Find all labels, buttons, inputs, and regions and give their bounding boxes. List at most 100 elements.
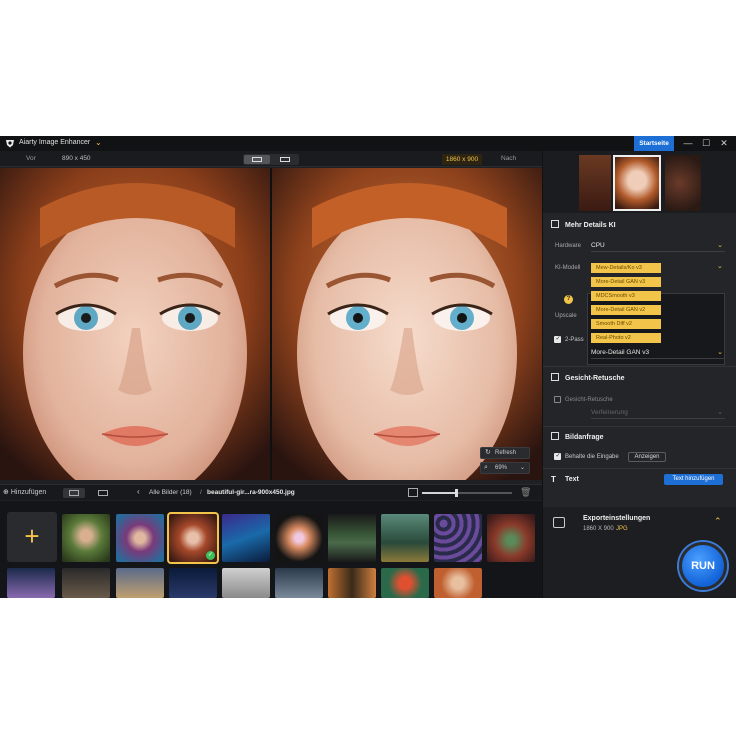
gallery-thumbnail[interactable] — [7, 568, 55, 598]
gallery-thumbnail[interactable] — [434, 514, 482, 562]
model-option[interactable]: Smooth Diff v2 — [591, 319, 661, 329]
list-view-button[interactable] — [92, 488, 114, 498]
model-option[interactable]: Mew-Details/Ko v3 — [591, 263, 661, 273]
slider-thumb[interactable] — [455, 489, 459, 497]
section-background: Bildanfrage — [551, 432, 604, 441]
refresh-button[interactable]: ↻ Refresh — [480, 447, 530, 459]
add-images-button[interactable]: ⊕ Hinzufügen — [3, 488, 46, 496]
model-option[interactable]: More-Detail GAN v3 — [591, 277, 661, 287]
minimize-button[interactable]: — — [680, 136, 696, 151]
two-pass-checkbox[interactable] — [554, 335, 561, 343]
section-more-details-title: Mehr Details KI — [565, 222, 616, 229]
gallery-thumbnail[interactable] — [62, 568, 110, 598]
face-retouch-select[interactable]: Verfeinerung ⌄ — [591, 408, 725, 419]
add-text-button[interactable]: Text hinzufügen — [664, 474, 723, 485]
gallery-toolbar: ⊕ Hinzufügen ‹ Alle Bilder (18) / beautif… — [0, 484, 542, 500]
gallery-thumbnail[interactable] — [116, 568, 164, 598]
app-title: Aiarty Image Enhancer — [19, 139, 91, 146]
model-option[interactable]: More-Detail GAN v2 — [591, 305, 661, 315]
hardware-select[interactable]: CPU ⌄ — [591, 241, 725, 252]
gallery-thumbnail[interactable] — [116, 514, 164, 562]
face-retouch-label: Gesicht-Retusche — [565, 397, 613, 403]
document-icon — [551, 432, 559, 440]
close-button[interactable]: ✕ — [716, 136, 732, 151]
keep-input-checkbox[interactable] — [554, 452, 561, 460]
list-icon — [98, 490, 108, 496]
grid-icon — [69, 490, 79, 496]
gallery-thumbnail[interactable] — [328, 514, 376, 562]
section-face-title: Gesicht-Retusche — [565, 375, 625, 382]
face-preview-thumbnail[interactable] — [665, 155, 701, 211]
gallery-thumbnail[interactable] — [275, 568, 323, 598]
two-pass-label: 2-Pass — [565, 337, 584, 343]
second-model-value: More-Detail GAN v3 — [591, 349, 650, 356]
current-file-name: beautiful-gir...ra-900x450.jpg — [207, 489, 295, 496]
add-image-tile[interactable]: + — [7, 512, 57, 562]
chevron-down-icon[interactable]: ⌄ — [717, 262, 723, 270]
checkmark-icon: ✓ — [206, 551, 215, 560]
startpage-button[interactable]: Startseite — [634, 136, 674, 151]
app-logo-icon — [6, 140, 14, 148]
zoom-select[interactable]: ⌕ 69% ⌄ — [480, 462, 530, 474]
enhance-icon — [551, 220, 559, 228]
preview-after-image[interactable] — [272, 168, 542, 480]
split-view-button[interactable] — [244, 155, 270, 164]
gallery-thumbnail[interactable] — [222, 568, 270, 598]
gallery-thumbnail[interactable] — [381, 514, 429, 562]
chevron-down-icon: ⌄ — [519, 465, 525, 471]
refresh-icon: ↻ — [485, 449, 491, 456]
chevron-down-icon: ⌄ — [717, 242, 723, 249]
view-mode-toggle — [243, 154, 299, 165]
divider — [543, 468, 736, 469]
text-icon: T — [551, 475, 556, 484]
app-window: Aiarty Image Enhancer ⌄ Startseite — ☐ ✕… — [0, 136, 736, 598]
model-option[interactable]: Real-Photo v2 — [591, 333, 661, 343]
model-option[interactable]: MDCSmooth v3 — [591, 291, 661, 301]
chevron-down-icon: ⌄ — [717, 349, 723, 356]
before-label: Vor — [26, 155, 36, 162]
grid-view-button[interactable] — [63, 488, 85, 498]
section-text-title: Text — [565, 476, 579, 483]
export-format: JPG — [616, 526, 628, 532]
add-images-label: Hinzufügen — [10, 489, 47, 496]
gallery-thumbnail[interactable] — [62, 514, 110, 562]
face-preview-thumbnail-selected[interactable] — [613, 155, 661, 211]
face-retouch-checkbox[interactable] — [554, 396, 561, 403]
chevron-down-icon[interactable]: ⌄ — [95, 138, 102, 147]
chevron-up-icon[interactable]: ⌃ — [714, 516, 722, 527]
hardware-value: CPU — [591, 242, 605, 249]
thumbnail-size-icon — [408, 488, 418, 497]
preview-before-image[interactable] — [0, 168, 270, 480]
gallery-thumbnail[interactable] — [275, 514, 323, 562]
slider-fill — [422, 492, 457, 494]
second-model-select[interactable]: More-Detail GAN v3 ⌄ — [591, 348, 725, 359]
gallery-thumbnail[interactable] — [328, 568, 376, 598]
all-images-link[interactable]: Alle Bilder (18) — [149, 489, 192, 496]
gallery-thumbnail-selected[interactable]: ✓ — [167, 512, 219, 564]
show-button[interactable]: Anzeigen — [628, 452, 666, 462]
gallery-thumbnail[interactable] — [222, 514, 270, 562]
side-by-side-button[interactable] — [272, 155, 298, 164]
divider — [543, 366, 736, 367]
model-label: KI-Modell — [555, 265, 581, 271]
export-title: Exporteinstellungen — [583, 515, 651, 522]
face-retouch-icon — [551, 373, 559, 381]
help-icon[interactable]: ? — [564, 295, 573, 304]
gallery-thumbnail[interactable] — [487, 514, 535, 562]
face-preview-thumbnail[interactable] — [579, 155, 611, 211]
export-size: 1860 X 900 — [583, 526, 614, 532]
title-bar: Aiarty Image Enhancer ⌄ Startseite — ☐ ✕ — [0, 136, 736, 151]
gallery-thumbnail[interactable] — [434, 568, 482, 598]
gallery-thumbnail[interactable] — [381, 568, 429, 598]
gallery-thumbnail[interactable] — [169, 568, 217, 598]
trash-icon[interactable]: 🗑 — [520, 487, 531, 498]
section-more-details: Mehr Details KI — [551, 220, 616, 229]
back-icon[interactable]: ‹ — [137, 487, 140, 496]
zoom-value: 69% — [495, 465, 508, 471]
chevron-down-icon: ⌄ — [717, 409, 723, 416]
after-size: 1860 x 900 — [442, 154, 482, 165]
maximize-button[interactable]: ☐ — [698, 136, 714, 151]
thumbnail-size-slider[interactable] — [422, 489, 512, 497]
run-button[interactable]: RUN — [679, 542, 727, 590]
before-size: 890 x 450 — [62, 155, 91, 162]
